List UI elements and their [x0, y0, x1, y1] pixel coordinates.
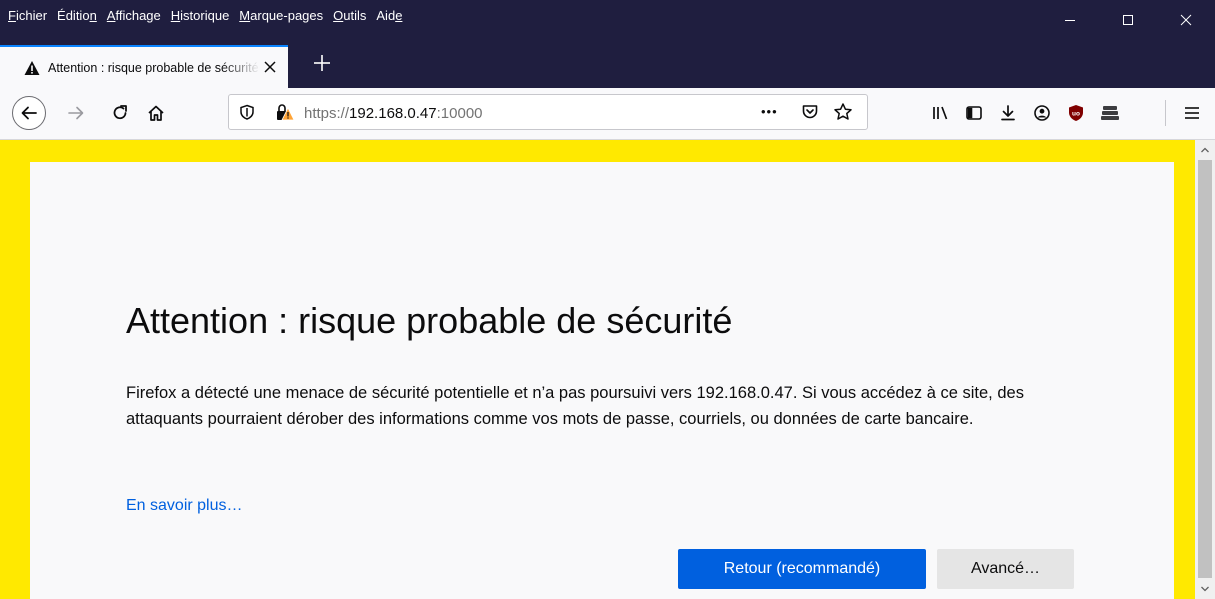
tab-title: Attention : risque probable de sécurité	[48, 60, 259, 75]
hamburger-icon	[1185, 107, 1199, 119]
maximize-icon	[1123, 15, 1133, 25]
reload-icon	[113, 105, 127, 120]
tracking-shield-icon[interactable]	[239, 104, 255, 120]
ublock-button[interactable]: uo	[1062, 99, 1090, 127]
extension-button[interactable]	[1096, 99, 1124, 127]
downloads-button[interactable]	[994, 99, 1022, 127]
back-button[interactable]	[12, 96, 46, 130]
tab-close-icon[interactable]	[262, 59, 278, 75]
forward-arrow-icon	[68, 106, 84, 120]
new-tab-icon[interactable]	[312, 53, 332, 73]
svg-text:uo: uo	[1072, 111, 1080, 118]
download-icon	[1001, 105, 1015, 121]
maximize-button[interactable]	[1099, 0, 1157, 40]
menu-affichage[interactable]: Affichage	[107, 8, 161, 23]
menu-outils[interactable]: Outils	[333, 8, 366, 23]
scroll-up-icon[interactable]	[1199, 144, 1211, 156]
error-page-container: Attention : risque probable de sécurité …	[30, 162, 1174, 599]
sidebar-icon	[966, 106, 982, 120]
scroll-down-icon[interactable]	[1199, 583, 1211, 595]
learn-more-link[interactable]: En savoir plus…	[126, 497, 243, 515]
url-text[interactable]: https://192.168.0.47:10000	[304, 105, 483, 122]
account-button[interactable]	[1028, 99, 1056, 127]
scrollbar-thumb[interactable]	[1198, 160, 1212, 578]
tab-active[interactable]: Attention : risque probable de sécurité	[0, 45, 288, 88]
menu-edition[interactable]: Édition	[57, 8, 97, 23]
sidebar-button[interactable]	[960, 99, 988, 127]
navigation-toolbar: https://192.168.0.47:10000 ••• uo	[0, 88, 1215, 140]
pocket-icon[interactable]	[801, 103, 819, 121]
minimize-button[interactable]	[1041, 0, 1099, 40]
title-menu-bar: Fichier Édition Affichage Historique Mar…	[0, 0, 1215, 40]
menu-button[interactable]	[1178, 99, 1206, 127]
home-icon	[148, 105, 164, 121]
advanced-button[interactable]: Avancé…	[937, 549, 1074, 589]
tab-strip: Attention : risque probable de sécurité	[0, 40, 1215, 88]
bookmark-star-icon[interactable]	[833, 102, 853, 122]
insecure-lock-icon[interactable]	[275, 103, 295, 121]
menu-fichier[interactable]: Fichier	[8, 8, 47, 23]
toolbar-divider	[1165, 100, 1166, 126]
warning-icon	[24, 60, 40, 75]
close-window-button[interactable]	[1157, 0, 1215, 40]
library-icon	[933, 106, 948, 120]
forward-button[interactable]	[62, 99, 90, 127]
reload-button[interactable]	[106, 99, 134, 127]
account-icon	[1034, 105, 1050, 121]
library-button[interactable]	[926, 99, 954, 127]
home-button[interactable]	[142, 99, 170, 127]
menu-aide[interactable]: Aide	[376, 8, 402, 23]
error-description: Firefox a détecté une menace de sécurité…	[126, 384, 1024, 428]
minimize-icon	[1065, 20, 1075, 21]
menu-historique[interactable]: Historique	[171, 8, 230, 23]
close-icon	[1180, 14, 1192, 26]
vertical-scrollbar[interactable]	[1195, 140, 1215, 599]
page-actions-icon[interactable]: •••	[761, 104, 778, 119]
url-bar[interactable]: https://192.168.0.47:10000 •••	[228, 94, 868, 130]
back-arrow-icon	[21, 106, 37, 120]
page-title: Attention : risque probable de sécurité	[126, 300, 733, 341]
extension-icon	[1101, 106, 1119, 120]
window-controls	[1041, 0, 1215, 40]
menu-marque-pages[interactable]: Marque-pages	[239, 8, 323, 23]
ublock-shield-icon: uo	[1069, 105, 1083, 121]
go-back-button[interactable]: Retour (recommandé)	[678, 549, 926, 589]
menu-bar: Fichier Édition Affichage Historique Mar…	[8, 8, 412, 23]
